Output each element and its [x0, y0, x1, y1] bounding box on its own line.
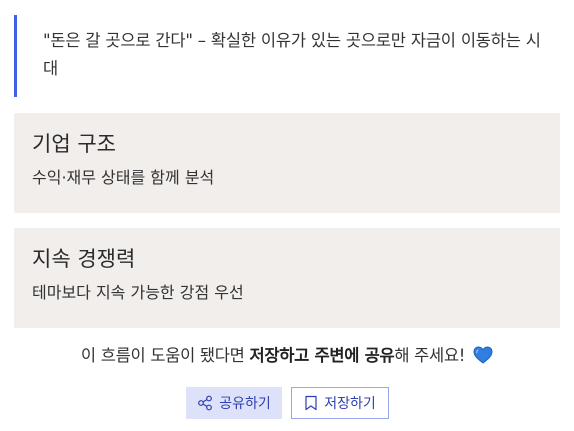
blue-heart-icon [473, 346, 493, 372]
save-button[interactable]: 저장하기 [291, 387, 389, 419]
share-icon [197, 395, 213, 411]
cta-prefix: 이 흐름이 도움이 됐다면 [80, 346, 250, 365]
action-buttons: 공유하기 저장하기 [0, 387, 574, 419]
blockquote: "돈은 갈 곳으로 간다" – 확실한 이유가 있는 곳으로만 자금이 이동하는… [14, 15, 554, 97]
cta-emphasis: 저장하고 주변에 공유 [249, 346, 395, 365]
info-card-competitiveness: 지속 경쟁력 테마보다 지속 가능한 강점 우선 [14, 228, 560, 328]
card-description: 수익·재무 상태를 함께 분석 [32, 168, 215, 187]
call-to-action: 이 흐름이 도움이 됐다면 저장하고 주변에 공유해 주세요! [0, 343, 574, 372]
share-button-label: 공유하기 [219, 396, 271, 412]
card-title: 기업 구조 [32, 132, 116, 156]
info-card-structure: 기업 구조 수익·재무 상태를 함께 분석 [14, 113, 560, 213]
card-title: 지속 경쟁력 [32, 247, 136, 271]
card-description: 테마보다 지속 가능한 강점 우선 [32, 283, 244, 302]
share-button[interactable]: 공유하기 [186, 387, 282, 419]
save-button-label: 저장하기 [324, 396, 376, 412]
page: "돈은 갈 곳으로 간다" – 확실한 이유가 있는 곳으로만 자금이 이동하는… [0, 0, 574, 431]
cta-suffix: 해 주세요! [394, 346, 466, 365]
quote-text: "돈은 갈 곳으로 간다" – 확실한 이유가 있는 곳으로만 자금이 이동하는… [43, 31, 541, 78]
bookmark-icon [304, 395, 318, 411]
